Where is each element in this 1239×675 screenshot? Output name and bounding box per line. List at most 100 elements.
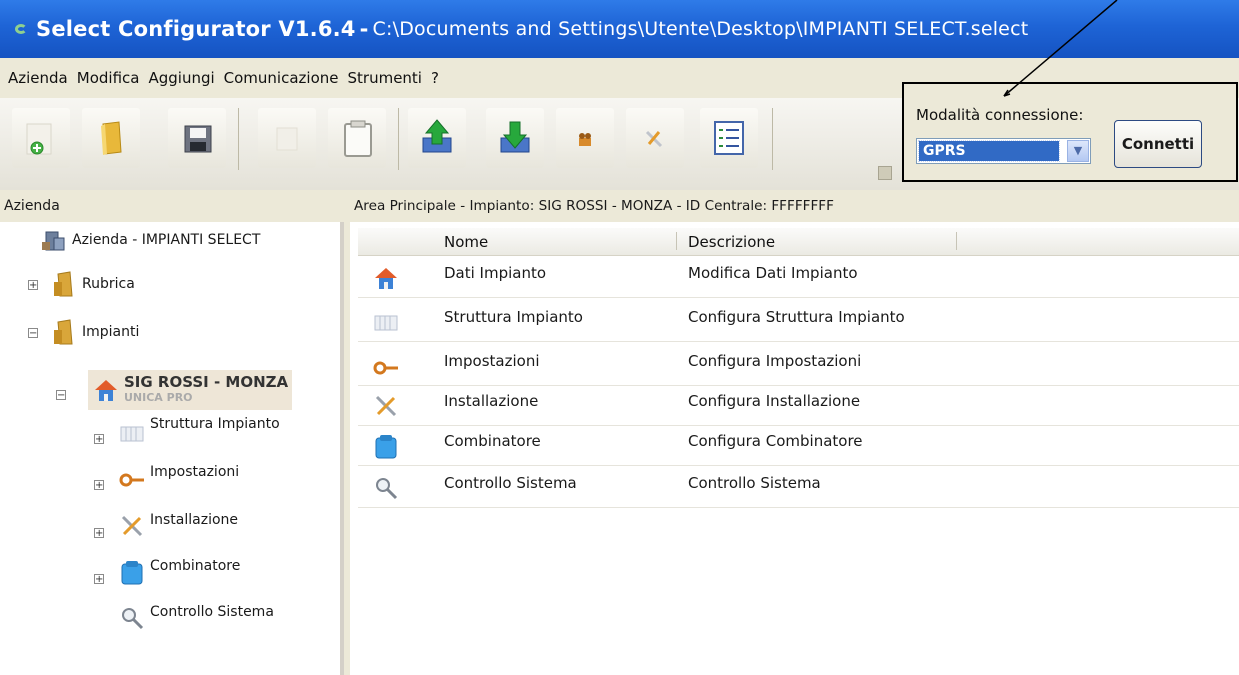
tree-node-installazione[interactable]: Installazione [118, 512, 238, 540]
tree-node-company[interactable]: Azienda - IMPIANTI SELECT [40, 226, 260, 254]
tree-node-struttura[interactable]: Struttura Impianto [118, 416, 280, 446]
row-name: Installazione [444, 392, 539, 410]
house-icon [95, 380, 117, 401]
users-button[interactable] [556, 108, 614, 168]
row-description: Configura Struttura Impianto [688, 308, 905, 326]
save-button[interactable] [168, 108, 226, 168]
building-icon [42, 231, 65, 251]
tree-node-impianti[interactable]: Impianti [50, 318, 139, 346]
key-icon [119, 473, 144, 487]
row-description: Controllo Sistema [688, 474, 821, 492]
tree-label-company: Azienda - IMPIANTI SELECT [72, 232, 261, 248]
window-title-separator: - [359, 17, 369, 41]
connection-mode-label: Modalità connessione: [916, 106, 1084, 124]
phone-icon [375, 435, 397, 459]
row-name: Controllo Sistema [444, 474, 577, 492]
app-icon [14, 21, 30, 37]
tree-label-rubrica: Rubrica [82, 276, 135, 292]
menu-modifica[interactable]: Modifica [77, 69, 140, 87]
tools-icon [645, 130, 663, 148]
row-name: Dati Impianto [444, 264, 547, 282]
paste-button[interactable] [328, 108, 386, 168]
upload-button[interactable] [408, 108, 466, 168]
cut-button[interactable] [258, 108, 316, 168]
new-button[interactable] [12, 108, 70, 168]
tree-node-selected-plant[interactable]: SIG ROSSI - MONZA UNICA PRO [88, 370, 293, 410]
title-bar: Select Configurator V1.6.4 - C:\Document… [0, 0, 1239, 58]
row-description: Modifica Dati Impianto [688, 264, 858, 282]
list-header: Nome Descrizione [358, 228, 1239, 256]
phone-icon [121, 561, 143, 585]
tools-button[interactable] [626, 108, 684, 168]
connect-button[interactable]: Connetti [1114, 120, 1202, 168]
download-button[interactable] [486, 108, 544, 168]
connection-panel: Modalità connessione: GPRS ▼ Connetti [902, 82, 1238, 182]
expand-installazione[interactable]: + [94, 528, 104, 539]
tree-label-impianti: Impianti [82, 324, 140, 340]
list-row[interactable]: Struttura Impianto Configura Struttura I… [358, 302, 1239, 342]
collapse-selected-plant[interactable]: − [56, 390, 66, 401]
structure-icon [120, 426, 144, 442]
tree-label-controllo: Controllo Sistema [150, 604, 274, 620]
menu-azienda[interactable]: Azienda [8, 69, 68, 87]
tools-icon [121, 515, 143, 537]
column-header-description[interactable]: Descrizione [688, 233, 775, 251]
menu-strumenti[interactable]: Strumenti [348, 69, 422, 87]
menu-help[interactable]: ? [431, 69, 439, 87]
row-name: Struttura Impianto [444, 308, 583, 326]
connection-mode-value: GPRS [918, 140, 1060, 162]
menu-aggiungi[interactable]: Aggiungi [148, 69, 214, 87]
window-title-path: C:\Documents and Settings\Utente\Desktop… [372, 18, 1029, 40]
selected-plant-name: SIG ROSSI - MONZA [124, 373, 289, 391]
expand-struttura[interactable]: + [94, 434, 104, 445]
paste-icon [344, 120, 372, 157]
expand-rubrica[interactable]: + [28, 280, 38, 291]
main-pane-header: Area Principale - Impianto: SIG ROSSI - … [350, 190, 1239, 222]
expand-impostazioni[interactable]: + [94, 480, 104, 491]
users-icon [579, 133, 591, 146]
list-row[interactable]: Controllo Sistema Controllo Sistema [358, 468, 1239, 508]
magnifier-icon [122, 608, 144, 630]
window-title-app: Select Configurator V1.6.4 [36, 17, 356, 41]
checklist-icon [714, 121, 744, 155]
expand-combinatore[interactable]: + [94, 574, 104, 585]
connection-mode-select[interactable]: GPRS ▼ [916, 138, 1091, 164]
toolbar-grip[interactable] [878, 166, 892, 180]
tree-node-rubrica[interactable]: Rubrica [50, 270, 135, 298]
new-icon [26, 123, 52, 155]
selected-plant-model: UNICA PRO [124, 391, 193, 404]
row-name: Impostazioni [444, 352, 540, 370]
download-icon [500, 121, 530, 153]
folder-book-icon [54, 319, 73, 345]
folder-book-icon [54, 271, 73, 297]
tree-label-installazione: Installazione [150, 512, 239, 528]
cut-icon [276, 127, 298, 151]
list-row[interactable]: Impostazioni Configura Impostazioni [358, 346, 1239, 386]
tree-pane: Azienda - IMPIANTI SELECT + Rubrica − Im… [0, 222, 344, 675]
list-row[interactable]: Combinatore Configura Combinatore [358, 426, 1239, 466]
tree-label-impostazioni: Impostazioni [150, 464, 240, 480]
tree-label-combinatore: Combinatore [150, 558, 241, 574]
tree-label-struttura: Struttura Impianto [150, 416, 280, 432]
tools-icon [375, 395, 397, 417]
row-description: Configura Impostazioni [688, 352, 862, 370]
checklist-button[interactable] [700, 108, 758, 168]
save-icon [184, 125, 212, 153]
list-row[interactable]: Dati Impianto Modifica Dati Impianto [358, 258, 1239, 298]
open-button[interactable] [82, 108, 140, 168]
magnifier-icon [376, 478, 398, 500]
tree-node-controllo[interactable]: Controllo Sistema [118, 604, 274, 632]
tree-node-impostazioni[interactable]: Impostazioni [118, 464, 239, 492]
open-folder-icon [101, 121, 122, 155]
list-row[interactable]: Installazione Configura Installazione [358, 386, 1239, 426]
tree-node-combinatore[interactable]: Combinatore [118, 558, 240, 586]
collapse-impianti[interactable]: − [28, 328, 38, 339]
column-header-name[interactable]: Nome [444, 233, 488, 251]
house-icon [375, 268, 397, 289]
row-description: Configura Combinatore [688, 432, 863, 450]
menu-comunicazione[interactable]: Comunicazione [224, 69, 339, 87]
key-icon [373, 361, 398, 375]
chevron-down-icon[interactable]: ▼ [1067, 140, 1089, 162]
row-name: Combinatore [444, 432, 541, 450]
tree-pane-header: Azienda [0, 190, 344, 222]
